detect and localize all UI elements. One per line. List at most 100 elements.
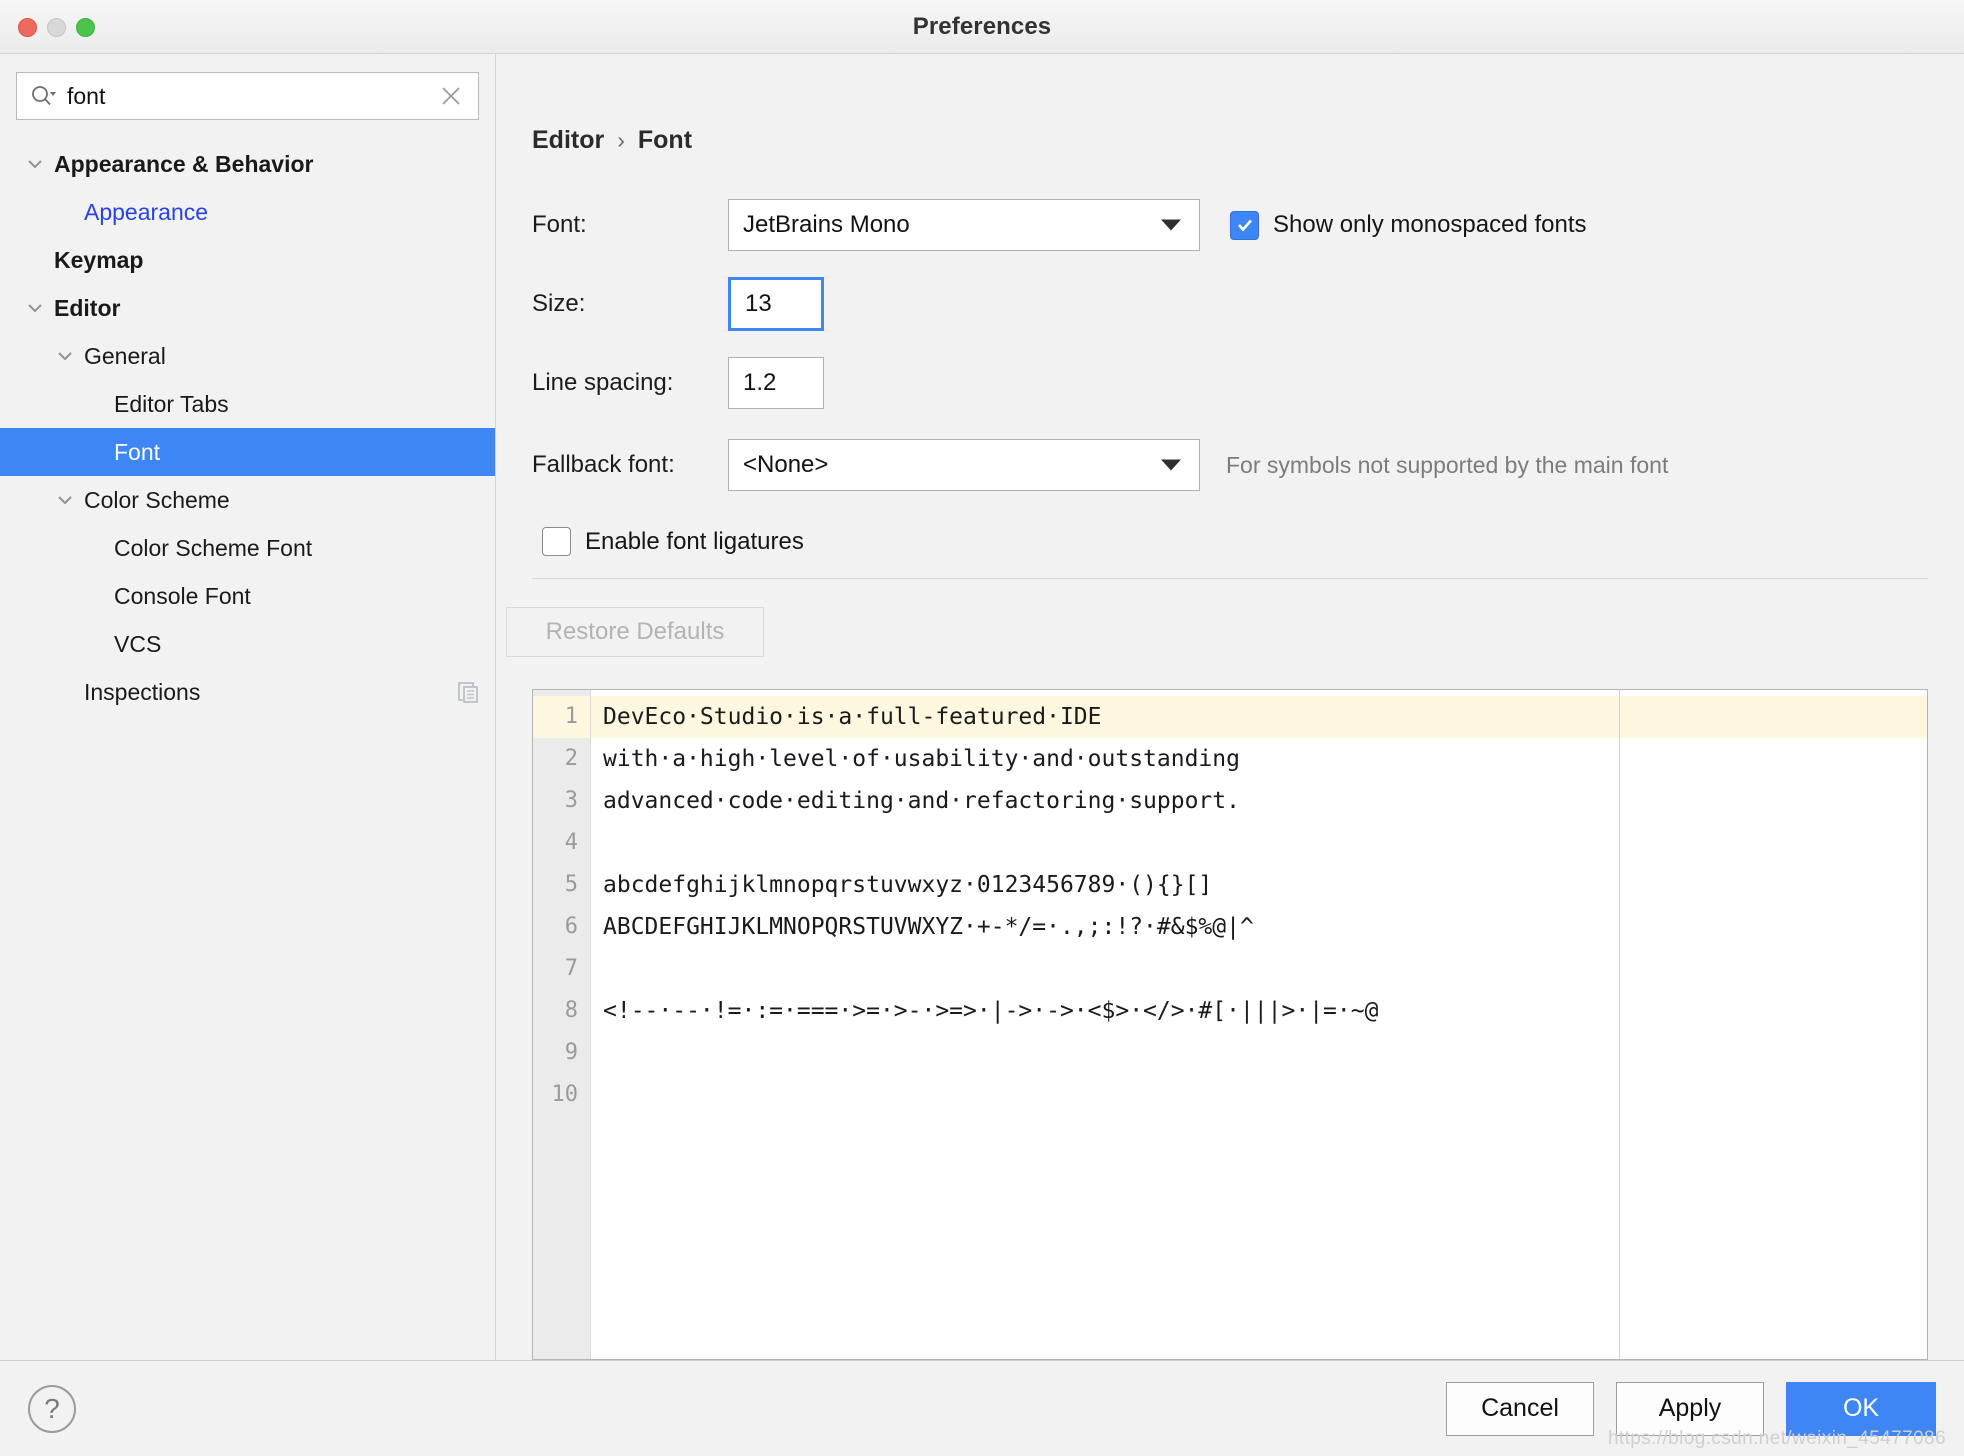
line-number: 5	[564, 872, 578, 897]
preview-line: <!--·--·!=·:=·===·>=·>-·>=>·|->·->·<$>·<…	[603, 998, 1379, 1024]
breadcrumb-parent[interactable]: Editor	[532, 126, 604, 155]
preview-line: DevEco·Studio·is·a·full-featured·IDE	[591, 696, 1927, 738]
fallback-font-value: <None>	[743, 451, 829, 478]
fallback-font-dropdown[interactable]: <None>	[728, 439, 1200, 491]
sidebar-item-color-scheme-font[interactable]: Color Scheme Font	[0, 524, 495, 572]
sidebar-item-label: Keymap	[54, 246, 144, 273]
breadcrumb-current: Font	[637, 126, 693, 154]
preview-line	[591, 1074, 1927, 1116]
apply-button-label: Apply	[1658, 1394, 1722, 1422]
line-number: 8	[564, 998, 578, 1023]
line-number: 4	[564, 830, 578, 855]
close-icon[interactable]	[438, 83, 464, 109]
preview-line: advanced·code·editing·and·refactoring·su…	[603, 788, 1240, 814]
settings-sidebar: font Appearance & Behavior Appearance Keym…	[0, 54, 496, 1360]
sidebar-item-color-scheme[interactable]: Color Scheme	[0, 476, 495, 524]
font-family-dropdown[interactable]: JetBrains Mono	[728, 199, 1200, 251]
ligatures-checkbox[interactable]	[542, 527, 571, 556]
font-family-value: JetBrains Mono	[743, 211, 910, 238]
chevron-down-icon[interactable]	[22, 295, 48, 321]
monospaced-checkbox-row[interactable]: Show only monospaced fonts	[1230, 210, 1587, 240]
sidebar-item-label: Editor	[54, 294, 121, 321]
sidebar-item-label: VCS	[114, 630, 162, 657]
sidebar-item-appearance[interactable]: Appearance	[0, 188, 495, 236]
preview-line: abcdefghijklmnopqrstuvwxyz·0123456789·()…	[603, 872, 1213, 898]
line-number: 9	[564, 1040, 578, 1065]
title-bar: Preferences	[0, 0, 1964, 54]
size-value: 13	[745, 290, 772, 317]
font-label: Font:	[532, 211, 587, 238]
font-preview-editor[interactable]: 1 2 3 4 5 6 7 8 9 10 DevEco·Studio·is·a·full-feat…	[532, 689, 1928, 1360]
footer-buttons: Cancel Apply OK	[1446, 1381, 1936, 1436]
sidebar-item-console-font[interactable]: Console Font	[0, 572, 495, 620]
question-mark-icon: ?	[44, 1392, 60, 1424]
copy-icon[interactable]	[455, 679, 481, 705]
sidebar-item-label: General	[84, 342, 166, 369]
size-row: Size: 13	[532, 277, 1964, 331]
sidebar-item-editor-tabs[interactable]: Editor Tabs	[0, 380, 495, 428]
preview-line	[591, 822, 1927, 864]
line-spacing-label: Line spacing:	[532, 369, 674, 396]
sidebar-item-keymap[interactable]: Keymap	[0, 236, 495, 284]
cancel-button[interactable]: Cancel	[1446, 1381, 1594, 1436]
ok-button-label: OK	[1842, 1394, 1880, 1422]
help-button[interactable]: ?	[28, 1384, 76, 1433]
ligatures-checkbox-row[interactable]: Enable font ligatures	[542, 527, 1964, 556]
right-margin-guide	[1619, 690, 1620, 1359]
apply-button[interactable]: Apply	[1616, 1381, 1764, 1436]
line-number: 7	[564, 956, 578, 981]
ligatures-checkbox-label: Enable font ligatures	[585, 527, 804, 555]
line-spacing-row: Line spacing: 1.2	[532, 357, 1964, 409]
line-number: 1	[533, 696, 590, 738]
preview-line: ABCDEFGHIJKLMNOPQRSTUVWXYZ·+-*/=·.,;:!?·…	[603, 914, 1254, 940]
sidebar-item-label: Color Scheme Font	[114, 534, 313, 561]
chevron-down-icon[interactable]	[22, 151, 48, 177]
chevron-down-icon[interactable]	[52, 343, 78, 369]
sidebar-item-label: Appearance	[84, 198, 209, 225]
line-spacing-input[interactable]: 1.2	[728, 357, 824, 409]
sidebar-item-label: Editor Tabs	[114, 390, 229, 417]
settings-tree: Appearance & Behavior Appearance Keymap Edi…	[0, 130, 495, 1360]
sidebar-item-label: Inspections	[84, 678, 201, 705]
line-number: 3	[564, 788, 578, 813]
line-number: 10	[551, 1082, 579, 1107]
line-spacing-value: 1.2	[743, 369, 777, 396]
cancel-button-label: Cancel	[1481, 1394, 1559, 1422]
chevron-down-icon	[1161, 219, 1181, 231]
preview-line	[591, 948, 1927, 990]
minimize-window-button[interactable]	[47, 17, 66, 37]
close-window-button[interactable]	[18, 17, 37, 37]
sidebar-item-appearance-behavior[interactable]: Appearance & Behavior	[0, 140, 495, 188]
restore-defaults-button[interactable]: Restore Defaults	[506, 607, 764, 657]
sidebar-item-general[interactable]: General	[0, 332, 495, 380]
search-icon	[31, 85, 57, 107]
sidebar-item-font[interactable]: Font	[0, 428, 495, 476]
maximize-window-button[interactable]	[76, 17, 95, 37]
sidebar-item-inspections[interactable]: Inspections	[0, 668, 495, 716]
preview-code-area[interactable]: DevEco·Studio·is·a·full-featured·IDE with…	[591, 690, 1927, 1359]
preferences-window: Preferences font Appearance & Behavior A…	[0, 0, 1964, 1456]
traffic-lights	[18, 0, 95, 54]
ok-button[interactable]: OK	[1786, 1381, 1936, 1436]
chevron-down-icon[interactable]	[52, 487, 78, 513]
restore-defaults-label: Restore Defaults	[545, 618, 725, 645]
dialog-footer: ? Cancel Apply OK https://blog.csdn.net/…	[0, 1360, 1964, 1456]
search-input-value[interactable]: font	[67, 84, 428, 108]
sidebar-item-vcs[interactable]: VCS	[0, 620, 495, 668]
fallback-font-hint: For symbols not supported by the main fo…	[1226, 451, 1669, 478]
line-number-gutter: 1 2 3 4 5 6 7 8 9 10	[533, 690, 591, 1359]
sidebar-item-editor[interactable]: Editor	[0, 284, 495, 332]
search-container: font	[0, 54, 495, 130]
monospaced-checkbox[interactable]	[1230, 210, 1259, 240]
window-title: Preferences	[912, 12, 1052, 40]
search-field[interactable]: font	[16, 72, 479, 120]
line-number: 6	[564, 914, 578, 939]
preview-line	[591, 1032, 1927, 1074]
settings-main-panel: Editor › Font Font: JetBrains Mono Show …	[496, 54, 1964, 1360]
sidebar-item-label: Console Font	[114, 582, 251, 609]
breadcrumb: Editor › Font	[496, 54, 1964, 155]
fallback-font-row: Fallback font: <None> For symbols not su…	[532, 439, 1964, 491]
preview-line: with·a·high·level·of·usability·and·outst…	[603, 746, 1240, 772]
size-input[interactable]: 13	[728, 277, 824, 331]
font-settings-form: Font: JetBrains Mono Show only monospace…	[496, 155, 1964, 556]
